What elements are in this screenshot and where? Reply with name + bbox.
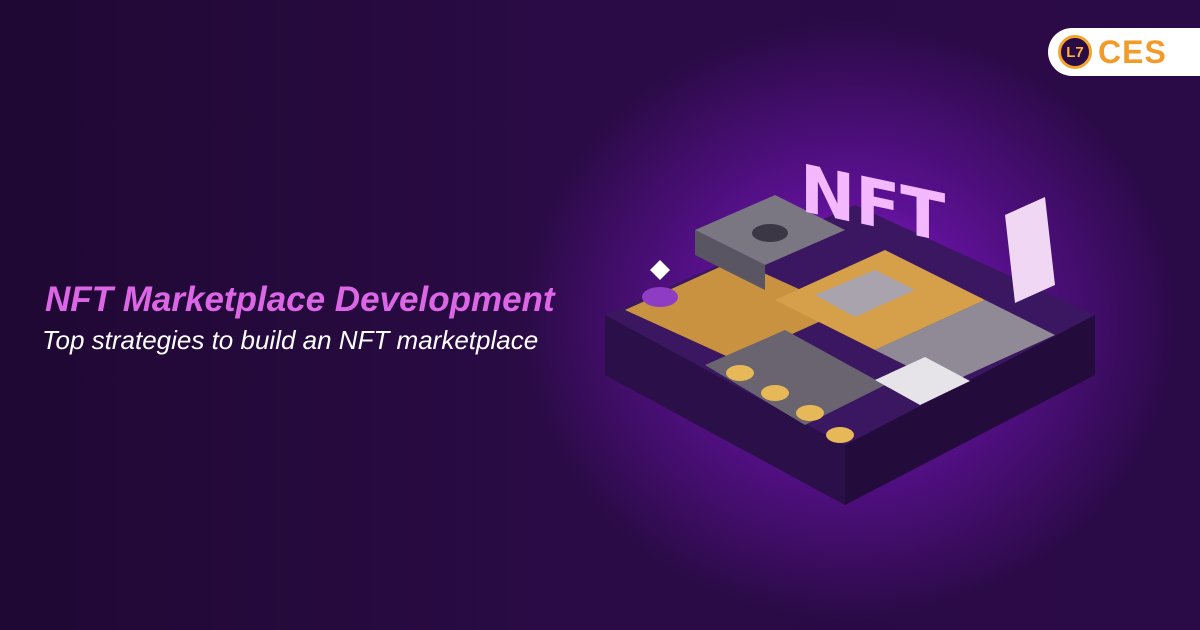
brand-name: CES (1098, 33, 1167, 70)
orb-pedestal (642, 287, 678, 307)
brand-mark-icon: L7 (1058, 35, 1092, 69)
coin-1 (726, 365, 754, 381)
coin-2 (761, 385, 789, 401)
coin-3 (796, 405, 824, 421)
brand-logo[interactable]: L7 CES (1048, 28, 1200, 76)
gamepad-icon (752, 224, 788, 242)
coin-4 (826, 427, 854, 443)
hero-subtitle: Top strategies to build an NFT marketpla… (42, 325, 539, 355)
hero-title: NFT Marketplace Development (45, 280, 555, 319)
hero-banner: L7 CES NFT Marketplace Development Top s… (0, 0, 1200, 630)
nft-isometric-illustration: NFT (605, 149, 1095, 505)
diamond-gem-icon (650, 260, 670, 280)
